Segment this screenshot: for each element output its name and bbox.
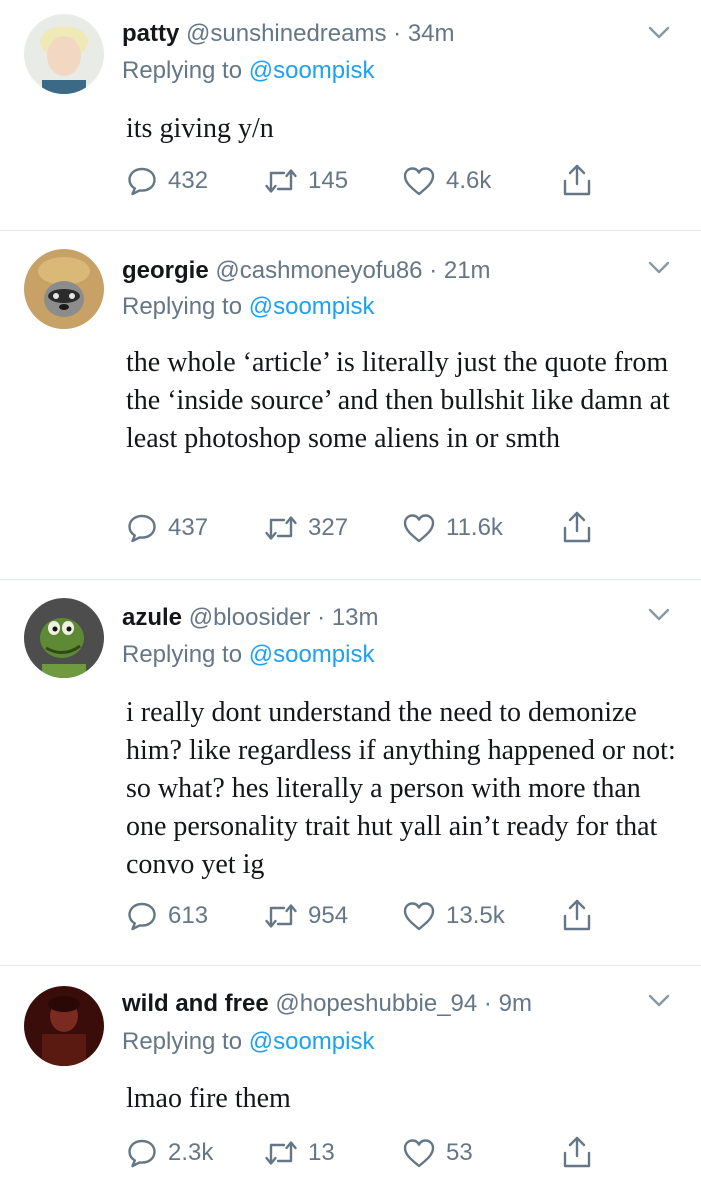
replying-to-handle[interactable]: @soompisk bbox=[249, 641, 375, 668]
retweet-arrows-icon bbox=[265, 516, 297, 540]
user-handle[interactable]: @sunshinedreams bbox=[186, 20, 386, 47]
retweet-button[interactable]: 145 bbox=[264, 163, 348, 199]
like-button[interactable]: 4.6k bbox=[402, 163, 491, 199]
avatar-image bbox=[24, 986, 104, 1066]
heart-outline-icon bbox=[403, 902, 435, 931]
reply-count: 613 bbox=[168, 902, 209, 929]
user-handle[interactable]: @cashmoneyofu86 bbox=[215, 257, 422, 284]
heart-outline-icon bbox=[403, 514, 435, 543]
user-handle[interactable]: @hopeshubbie_94 bbox=[275, 990, 477, 1017]
tweet-actions: 613 954 13.5k bbox=[126, 898, 646, 934]
avatar[interactable] bbox=[24, 598, 104, 678]
speech-bubble-icon bbox=[128, 514, 156, 543]
retweet-count: 145 bbox=[308, 167, 349, 194]
replying-to: Replying to @soompisk bbox=[122, 292, 374, 322]
tweet[interactable]: patty @sunshinedreams · 34m Replying to … bbox=[0, 0, 701, 231]
replying-to: Replying to @soompisk bbox=[122, 640, 374, 670]
like-button[interactable]: 13.5k bbox=[402, 898, 505, 934]
display-name[interactable]: azule bbox=[122, 604, 182, 631]
retweet-count: 327 bbox=[308, 514, 349, 541]
tweet-text: its giving y/n bbox=[126, 113, 274, 144]
retweet-button[interactable]: 954 bbox=[264, 898, 348, 934]
replying-to-label: Replying to bbox=[122, 57, 243, 84]
retweet-arrows-icon bbox=[265, 1141, 297, 1165]
tweet-actions: 437 327 11.6k bbox=[126, 510, 646, 546]
avatar[interactable] bbox=[24, 14, 104, 94]
replying-to-handle[interactable]: @soompisk bbox=[249, 1028, 375, 1055]
replying-to: Replying to @soompisk bbox=[122, 1027, 374, 1057]
retweet-button[interactable]: 13 bbox=[264, 1135, 335, 1171]
tweet-actions: 432 145 4.6k bbox=[126, 163, 646, 199]
like-count: 4.6k bbox=[446, 167, 492, 194]
avatar-image bbox=[24, 14, 104, 94]
chevron-down-icon[interactable] bbox=[648, 26, 670, 40]
avatar-image bbox=[24, 249, 104, 329]
retweet-arrows-icon bbox=[265, 169, 297, 193]
reply-button[interactable]: 2.3k bbox=[126, 1135, 213, 1171]
replying-to-handle[interactable]: @soompisk bbox=[249, 293, 375, 320]
avatar-image bbox=[24, 598, 104, 678]
user-handle[interactable]: @bloosider bbox=[189, 604, 311, 631]
chevron-down-icon[interactable] bbox=[648, 994, 670, 1008]
heart-outline-icon bbox=[403, 1139, 435, 1168]
chevron-down-icon[interactable] bbox=[648, 608, 670, 622]
timestamp[interactable]: 9m bbox=[499, 990, 532, 1017]
reply-count: 2.3k bbox=[168, 1139, 214, 1166]
tweet-text: lmao fire them bbox=[126, 1083, 291, 1114]
speech-bubble-icon bbox=[128, 167, 156, 196]
display-name[interactable]: patty bbox=[122, 20, 179, 47]
avatar[interactable] bbox=[24, 249, 104, 329]
tweet[interactable]: azule @bloosider · 13m Replying to @soom… bbox=[0, 580, 701, 966]
share-upload-icon[interactable] bbox=[562, 898, 592, 932]
like-button[interactable]: 11.6k bbox=[402, 510, 503, 546]
retweet-arrows-icon bbox=[265, 904, 297, 928]
tweet[interactable]: georgie @cashmoneyofu86 · 21m Replying t… bbox=[0, 231, 701, 580]
retweet-count: 13 bbox=[308, 1139, 335, 1166]
replying-to-label: Replying to bbox=[122, 1028, 243, 1055]
like-count: 11.6k bbox=[446, 514, 503, 541]
timestamp[interactable]: 34m bbox=[408, 20, 455, 47]
display-name[interactable]: georgie bbox=[122, 257, 209, 284]
timestamp[interactable]: 21m bbox=[444, 257, 491, 284]
reply-button[interactable]: 613 bbox=[126, 898, 208, 934]
separator-dot: · bbox=[429, 257, 438, 284]
display-name[interactable]: wild and free bbox=[122, 990, 269, 1017]
reply-count: 432 bbox=[168, 167, 209, 194]
replying-to: Replying to @soompisk bbox=[122, 56, 374, 86]
replying-to-label: Replying to bbox=[122, 641, 243, 668]
retweet-button[interactable]: 327 bbox=[264, 510, 348, 546]
share-upload-icon[interactable] bbox=[562, 1135, 592, 1169]
share-upload-icon[interactable] bbox=[562, 510, 592, 544]
reply-count: 437 bbox=[168, 514, 209, 541]
separator-dot: · bbox=[317, 604, 326, 631]
tweet[interactable]: wild and free @hopeshubbie_94 · 9m Reply… bbox=[0, 966, 701, 1200]
reply-button[interactable]: 432 bbox=[126, 163, 208, 199]
replying-to-label: Replying to bbox=[122, 293, 243, 320]
like-button[interactable]: 53 bbox=[402, 1135, 473, 1171]
reply-button[interactable]: 437 bbox=[126, 510, 208, 546]
like-count: 53 bbox=[446, 1139, 473, 1166]
retweet-count: 954 bbox=[308, 902, 349, 929]
chevron-down-icon[interactable] bbox=[648, 261, 670, 275]
avatar[interactable] bbox=[24, 986, 104, 1066]
speech-bubble-icon bbox=[128, 902, 156, 931]
like-count: 13.5k bbox=[446, 902, 505, 929]
tweet-text: the whole ‘article’ is literally just th… bbox=[126, 347, 670, 454]
separator-dot: · bbox=[393, 20, 402, 47]
speech-bubble-icon bbox=[128, 1139, 156, 1168]
tweet-text: i really dont understand the need to dem… bbox=[126, 697, 676, 880]
separator-dot: · bbox=[483, 990, 492, 1017]
share-upload-icon[interactable] bbox=[562, 163, 592, 197]
replying-to-handle[interactable]: @soompisk bbox=[249, 57, 375, 84]
heart-outline-icon bbox=[403, 167, 435, 196]
tweet-actions: 2.3k 13 53 bbox=[126, 1135, 646, 1171]
timestamp[interactable]: 13m bbox=[332, 604, 379, 631]
